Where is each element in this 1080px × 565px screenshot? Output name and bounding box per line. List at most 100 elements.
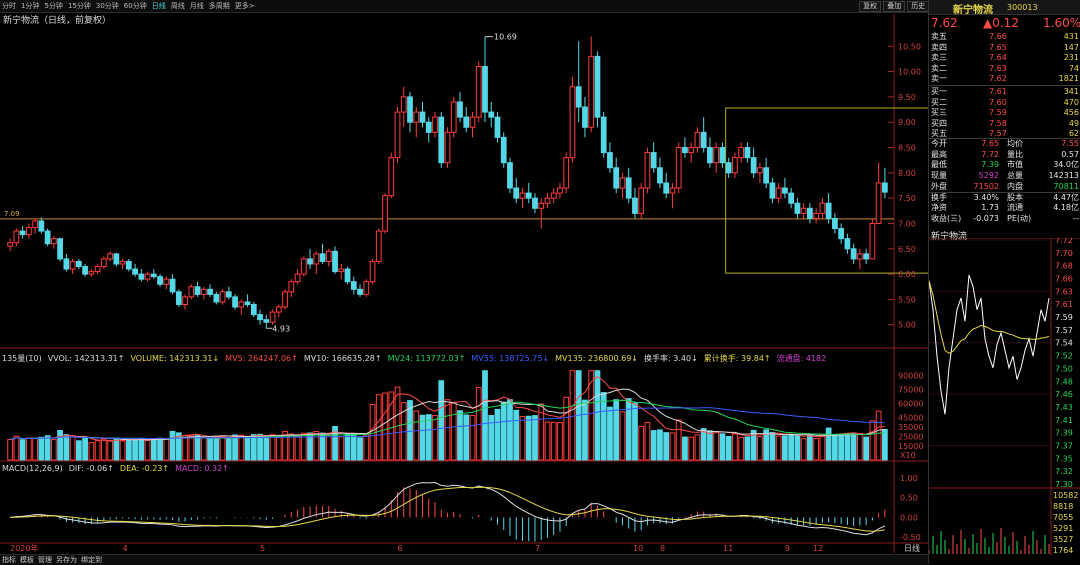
candle	[663, 182, 670, 194]
x-month-label: 9	[785, 544, 790, 553]
candle	[438, 116, 445, 164]
candle	[319, 253, 326, 262]
volume-bar	[169, 430, 176, 461]
candle	[682, 147, 688, 154]
volume-bar	[644, 422, 651, 461]
dif-line	[10, 481, 886, 536]
quote-label: 买三	[931, 108, 947, 117]
volume-bar	[13, 435, 20, 461]
mini-price-tick: 7.43	[1055, 403, 1073, 412]
stat-value: 7.65	[981, 139, 999, 148]
candle	[644, 152, 651, 189]
indicator-value: DIF: -0.06↑	[68, 464, 114, 473]
candle	[413, 111, 420, 123]
volume-bar	[863, 436, 870, 461]
intraday-mini-chart[interactable]: 7.72 7.70 7.68 7.66 7.63 7.61 7.59 7.57 7.54 7.52…	[929, 238, 1080, 556]
indicator-value: MV135: 236800.69↓	[555, 354, 638, 363]
volume-bar	[600, 392, 607, 461]
volume-bar	[613, 399, 620, 461]
volume-bar	[838, 433, 845, 461]
volume-bar	[25, 437, 32, 461]
candle	[363, 281, 370, 295]
volume-bar	[519, 416, 526, 461]
volume-bar	[850, 432, 857, 461]
volume-bar	[150, 440, 157, 461]
stat-value: 71502	[973, 181, 999, 191]
volume-bar	[225, 437, 232, 461]
mini-price-tick: 7.41	[1055, 416, 1073, 425]
candle	[794, 202, 801, 214]
candle	[669, 187, 676, 194]
mini-price-tick: 7.72	[1055, 238, 1073, 245]
volume-bar	[807, 434, 813, 461]
candle	[50, 238, 57, 245]
volume-bar	[513, 409, 520, 461]
x-month-label: 12	[813, 544, 823, 553]
indicator-value: MACD: 0.32↑	[175, 464, 229, 473]
candle	[875, 182, 882, 224]
volume-bar	[663, 432, 670, 461]
ask-row: 卖三 7.64 231	[929, 53, 1080, 64]
quote-panel: 新宁物流 300013 7.62 ▲0.12 1.60% 卖五 7.66 431 卖四…	[928, 0, 1080, 564]
candle	[819, 202, 826, 214]
intraday-price-line	[929, 274, 1050, 415]
stat-label: 市值	[1007, 160, 1023, 170]
volume-bar	[675, 419, 682, 461]
x-month-label: 4	[123, 544, 128, 553]
candle	[213, 293, 220, 303]
candle	[569, 86, 576, 159]
ask-row: 卖二 7.63 74	[929, 64, 1080, 75]
volume-bar	[219, 435, 226, 461]
volume-bar	[544, 421, 551, 461]
volume-bar	[638, 426, 645, 461]
candle	[450, 101, 457, 133]
mini-price-tick: 7.48	[1055, 377, 1073, 386]
candle	[225, 291, 232, 298]
indicator-value: DEA: -0.23↑	[119, 464, 170, 473]
volume-bar	[619, 411, 626, 461]
stat-value: 7.72	[981, 149, 999, 159]
candle	[825, 202, 832, 219]
stat-row: 外盘 71502 内盘 70811	[929, 182, 1080, 193]
candle	[163, 278, 170, 285]
candle	[607, 152, 613, 169]
candle	[619, 177, 626, 189]
indicator-value: 流通盘: 4182	[776, 354, 827, 363]
stat-label: 现量	[931, 171, 947, 181]
volume-bar	[650, 430, 657, 461]
volume-bar	[832, 434, 838, 461]
stat-label: 流通	[1007, 203, 1023, 213]
volume-bar	[682, 436, 688, 461]
candle	[657, 167, 663, 184]
candle	[157, 276, 163, 285]
volume-bar	[194, 435, 201, 461]
candle	[350, 281, 357, 290]
candle	[300, 258, 307, 275]
mini-volume-tick: 8818	[1053, 502, 1073, 511]
kline-chart[interactable]: 7.09 10.69 4.93 15000250003500045000 60000…	[0, 0, 928, 564]
mini-price-tick: 7.46	[1055, 390, 1073, 399]
volume-bar	[232, 434, 238, 461]
candle	[800, 207, 807, 214]
quote-price: 7.60	[989, 97, 1007, 107]
macd-tick-label: 0.50	[900, 494, 918, 503]
candle	[75, 260, 82, 268]
candle	[57, 238, 63, 260]
volume-bar	[250, 434, 257, 461]
volume-bar	[144, 440, 151, 461]
candle	[575, 86, 582, 108]
quote-volume: 431	[1063, 32, 1079, 41]
quote-label: 买二	[931, 97, 947, 107]
candle	[638, 187, 645, 214]
candle	[469, 116, 476, 128]
candle	[863, 253, 870, 260]
price-summary: 7.62 ▲0.12 1.60%	[929, 15, 1080, 31]
indicator-value: MV10: 166635.28↑	[303, 354, 382, 363]
quote-volume: 1821	[1058, 74, 1079, 83]
candle	[838, 228, 845, 240]
stat-value: 7.39	[981, 160, 999, 170]
candle	[675, 147, 682, 189]
quote-price: 7.63	[989, 63, 1007, 73]
stock-name: 新宁物流	[953, 5, 993, 16]
price-tick-label: 6.00	[898, 270, 916, 279]
